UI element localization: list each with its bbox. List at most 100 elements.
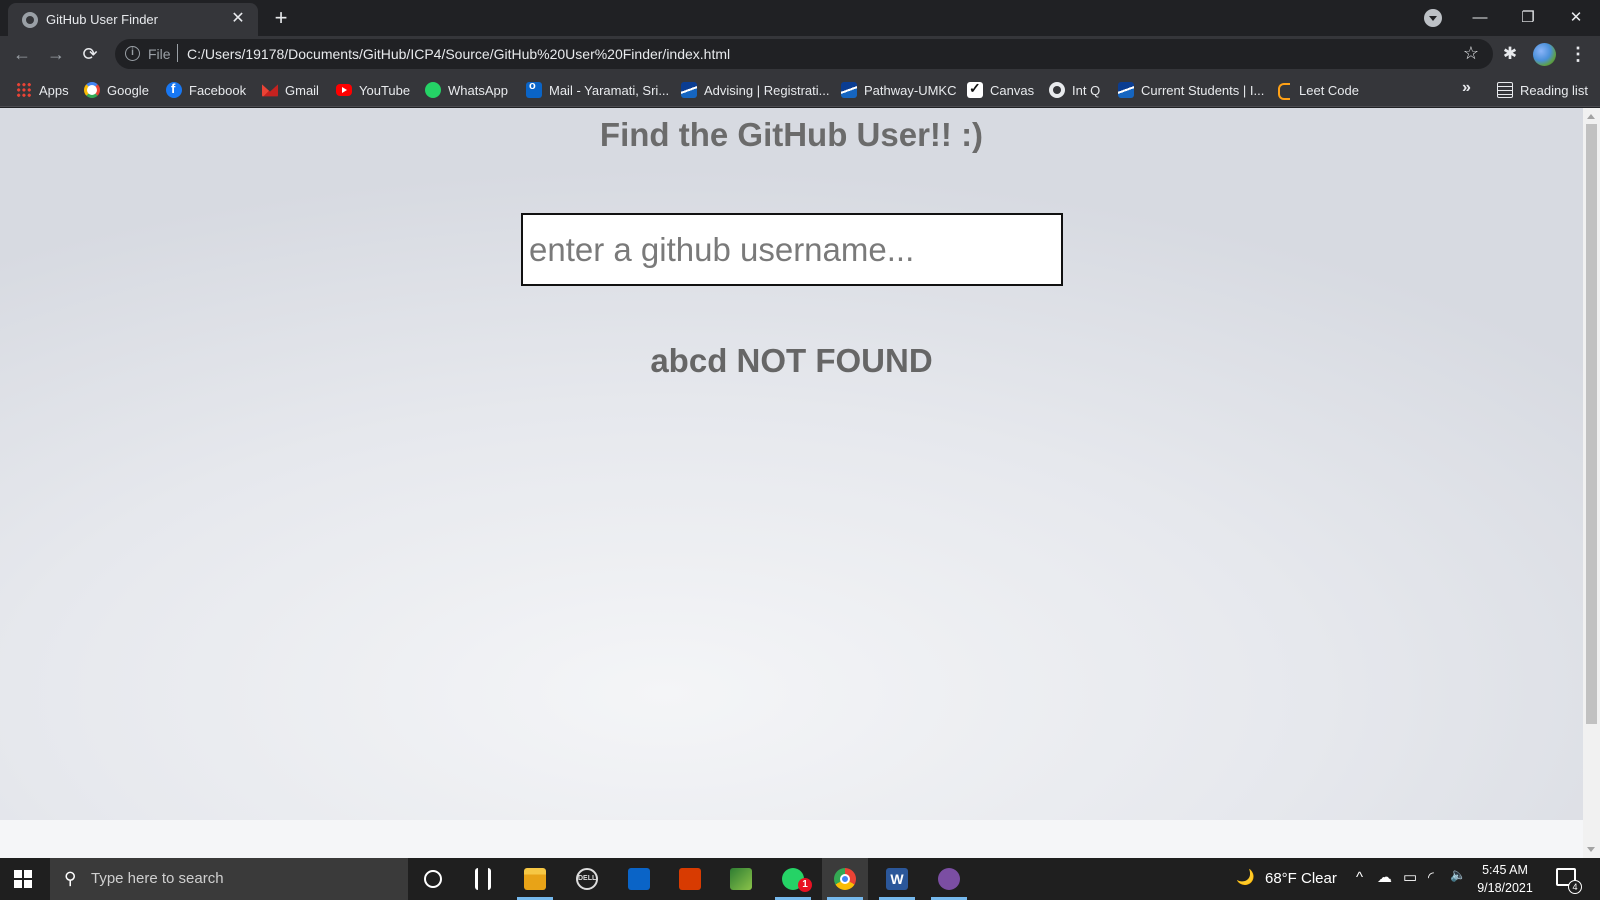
reading-list-button[interactable]: Reading list — [1497, 81, 1588, 99]
forward-button[interactable]: → — [42, 40, 70, 68]
word-icon: W — [886, 868, 908, 890]
bookmarks-bar: Apps Google Facebook Gmail YouTube Whats… — [0, 73, 1600, 107]
minimize-button[interactable]: — — [1460, 4, 1500, 32]
task-view-button[interactable] — [460, 858, 506, 900]
active-tab[interactable]: GitHub User Finder ✕ — [8, 3, 258, 36]
taskbar-search-placeholder: Type here to search — [91, 870, 224, 887]
bookmark-label: Facebook — [189, 82, 247, 98]
chrome-button[interactable] — [822, 858, 868, 900]
bookmark-intq[interactable]: Int Q — [1049, 81, 1100, 99]
bookmark-label: Int Q — [1072, 82, 1101, 98]
bookmarks-overflow-button[interactable]: » — [1462, 79, 1471, 97]
github-desktop-button[interactable] — [926, 858, 972, 900]
reload-button[interactable]: ⟳ — [76, 40, 104, 68]
reading-list-label: Reading list — [1520, 82, 1588, 98]
dell-icon: DELL — [576, 868, 598, 890]
bookmark-whatsapp[interactable]: WhatsApp — [425, 81, 508, 99]
back-button[interactable]: ← — [8, 40, 36, 68]
bookmark-label: WhatsApp — [448, 82, 508, 98]
url-text[interactable]: C:/Users/19178/Documents/GitHub/ICP4/Sou… — [187, 46, 730, 62]
facebook-icon — [166, 81, 182, 98]
github-icon — [938, 868, 960, 890]
browser-menu-icon[interactable]: ⋮ — [1568, 40, 1588, 68]
extensions-puzzle-icon[interactable]: ✱ — [1500, 44, 1520, 64]
browser-toolbar: ← → ⟳ i File C:/Users/19178/Documents/Gi… — [0, 36, 1600, 73]
bookmark-pathway[interactable]: Pathway-UMKC — [841, 81, 956, 99]
bookmark-label: Current Students | I... — [1141, 82, 1265, 98]
search-icon: ⚲ — [64, 869, 77, 888]
url-separator — [177, 44, 178, 62]
bookmark-leetcode[interactable]: Leet Code — [1276, 81, 1359, 100]
bookmark-current-students[interactable]: Current Students | I... — [1118, 81, 1264, 99]
umkc-icon — [681, 82, 697, 98]
outlook-button[interactable] — [616, 858, 662, 900]
chrome-icon — [834, 868, 856, 890]
umkc-icon — [1118, 82, 1134, 98]
volume-icon[interactable]: 🔈 — [1450, 867, 1466, 883]
username-search-input[interactable] — [521, 213, 1063, 286]
tab-title: GitHub User Finder — [46, 12, 158, 27]
page-viewport: Find the GitHub User!! :) abcd NOT FOUND — [0, 108, 1583, 858]
office-icon — [679, 868, 701, 890]
green-app-button[interactable] — [718, 858, 764, 900]
bookmark-label: Pathway-UMKC — [864, 82, 957, 98]
page-title: Find the GitHub User!! :) — [599, 116, 984, 153]
profile-avatar[interactable] — [1533, 43, 1556, 66]
scroll-down-arrow-icon[interactable] — [1587, 847, 1595, 852]
whatsapp-button[interactable]: 1 — [770, 858, 816, 900]
weather-text[interactable]: 68°F Clear — [1265, 870, 1337, 887]
github-icon — [1049, 82, 1065, 98]
system-clock[interactable]: 5:45 AM 9/18/2021 — [1470, 861, 1540, 897]
office-button[interactable] — [667, 858, 713, 900]
restore-button[interactable]: ❐ — [1508, 4, 1548, 32]
youtube-icon — [336, 84, 352, 96]
bookmark-facebook[interactable]: Facebook — [166, 81, 246, 99]
bookmark-youtube[interactable]: YouTube — [336, 81, 410, 99]
globe-icon — [22, 12, 38, 28]
bookmark-advising[interactable]: Advising | Registrati... — [681, 81, 829, 99]
bookmark-mail[interactable]: Mail - Yaramati, Sri... — [526, 80, 670, 99]
scrollbar-thumb[interactable] — [1586, 124, 1597, 724]
wifi-icon[interactable]: ◜ — [1428, 868, 1434, 886]
windows-start-icon[interactable] — [14, 870, 32, 888]
scroll-up-arrow-icon[interactable] — [1587, 114, 1595, 119]
bookmark-gmail[interactable]: Gmail — [262, 81, 319, 99]
new-tab-button[interactable]: + — [268, 5, 294, 31]
battery-icon[interactable]: ▭ — [1403, 868, 1417, 886]
bookmark-apps[interactable]: Apps — [16, 81, 69, 99]
bookmark-label: Apps — [39, 82, 69, 98]
notifications-count: 4 — [1568, 880, 1582, 894]
bookmark-canvas[interactable]: Canvas — [967, 80, 1035, 99]
bookmark-google[interactable]: Google — [84, 81, 149, 99]
folder-icon — [524, 868, 546, 890]
bookmark-label: Canvas — [990, 82, 1035, 98]
cloud-icon[interactable]: ☁ — [1377, 868, 1392, 886]
google-icon — [84, 82, 100, 98]
info-icon[interactable]: i — [125, 46, 140, 61]
address-bar[interactable]: i File C:/Users/19178/Documents/GitHub/I… — [115, 39, 1493, 69]
bookmark-label: Leet Code — [1299, 82, 1359, 98]
dell-app-button[interactable]: DELL — [564, 858, 610, 900]
bookmark-label: Advising | Registrati... — [704, 82, 830, 98]
cortana-button[interactable] — [410, 858, 456, 900]
tab-search-icon[interactable] — [1424, 9, 1442, 27]
window-close-button[interactable]: ✕ — [1556, 4, 1596, 32]
word-button[interactable]: W — [874, 858, 920, 900]
bookmark-star-icon[interactable]: ☆ — [1463, 43, 1479, 64]
clock-time: 5:45 AM — [1482, 863, 1528, 877]
page-scrollbar[interactable] — [1583, 108, 1600, 858]
outlook-icon — [628, 868, 650, 890]
taskbar-search-box[interactable]: ⚲ Type here to search — [50, 858, 408, 900]
task-view-icon — [475, 868, 491, 890]
windows-taskbar: ⚲ Type here to search DELL 1 W 🌙 68°F Cl… — [0, 858, 1600, 900]
moon-icon: 🌙 — [1236, 869, 1255, 886]
bookmark-label: Mail - Yaramati, Sri... — [549, 82, 670, 98]
reading-list-icon — [1497, 82, 1513, 98]
tab-strip: GitHub User Finder ✕ + — ❐ ✕ — [0, 0, 1600, 36]
whatsapp-icon — [425, 82, 441, 98]
tab-close-icon[interactable]: ✕ — [228, 9, 248, 29]
file-explorer-button[interactable] — [512, 858, 558, 900]
umkc-icon — [841, 82, 857, 98]
bookmark-label: Gmail — [285, 82, 319, 98]
chevron-up-icon[interactable]: ^ — [1356, 869, 1363, 886]
